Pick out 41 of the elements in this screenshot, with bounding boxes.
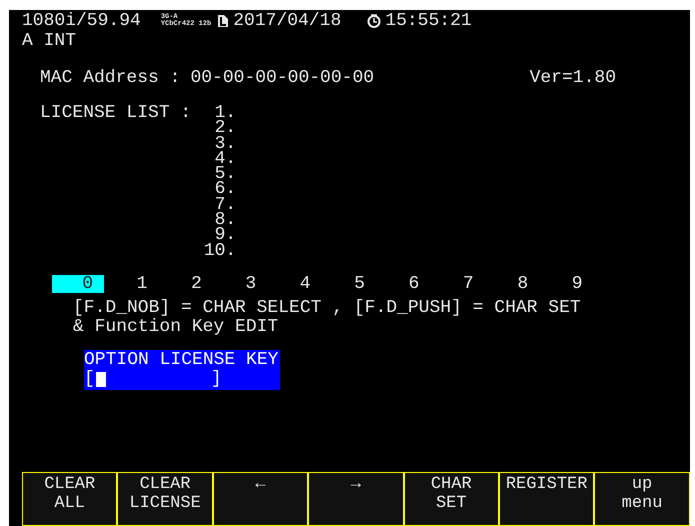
char-option[interactable]: 6 (378, 274, 430, 293)
license-list-item: 8. (214, 213, 236, 228)
bracket-text: [ (84, 370, 95, 389)
license-list-item: 4. (214, 152, 236, 168)
bracket-text: ] (210, 370, 222, 389)
mac-address-label: MAC Address : (40, 66, 180, 90)
function-key[interactable]: up menu (594, 472, 690, 526)
video-format: 1080i/59.94 (22, 12, 141, 30)
date-text: 2017/04/18 (233, 12, 342, 30)
char-option[interactable]: 7 (432, 274, 485, 293)
version-text: Ver=1.80 (530, 66, 616, 90)
char-option[interactable]: 5 (324, 274, 376, 293)
instruction-text: [F.D_NOB] = CHAR SELECT , [F.D_PUSH] = CHAR SET (73, 298, 581, 318)
license-list-item: 3. (214, 136, 236, 152)
license-list-item: 1. (214, 106, 236, 122)
license-list-item: 7. (214, 198, 236, 214)
char-option[interactable]: 1 (106, 274, 158, 293)
function-key[interactable]: REGISTER (498, 472, 594, 526)
license-list-item: 5. (214, 167, 236, 182)
function-key[interactable]: → (308, 472, 404, 526)
input-label: A INT (21, 32, 76, 53)
function-key[interactable]: ← (212, 472, 308, 526)
license-list-item: 6. (214, 182, 236, 198)
char-option[interactable]: 9 (542, 274, 594, 293)
instruction-text: & Function Key EDIT (73, 318, 278, 337)
time-text: 15:55:21 (385, 12, 472, 30)
license-list-item: 2. (214, 121, 236, 137)
license-list-item: 9. (214, 228, 236, 244)
function-key[interactable]: CLEAR ALL (22, 472, 118, 526)
char-option[interactable]: 0 (52, 274, 104, 293)
char-option[interactable]: 4 (270, 274, 322, 293)
char-option[interactable]: 3 (215, 274, 268, 293)
license-key-title: OPTION LICENSE KEY (84, 350, 278, 370)
license-list-label: LICENSE LIST : (40, 106, 192, 122)
license-key-field[interactable]: OPTION LICENSE KEY [ ] (84, 350, 280, 390)
license-list-item: 10. (204, 244, 236, 259)
function-key[interactable]: CHAR SET (404, 472, 499, 526)
char-option[interactable]: 8 (487, 274, 540, 293)
function-key[interactable]: CLEAR LICENSE (117, 472, 213, 526)
char-option[interactable]: 2 (160, 274, 213, 293)
mac-address-value: 00-00-00-00-00-00 (190, 66, 374, 90)
